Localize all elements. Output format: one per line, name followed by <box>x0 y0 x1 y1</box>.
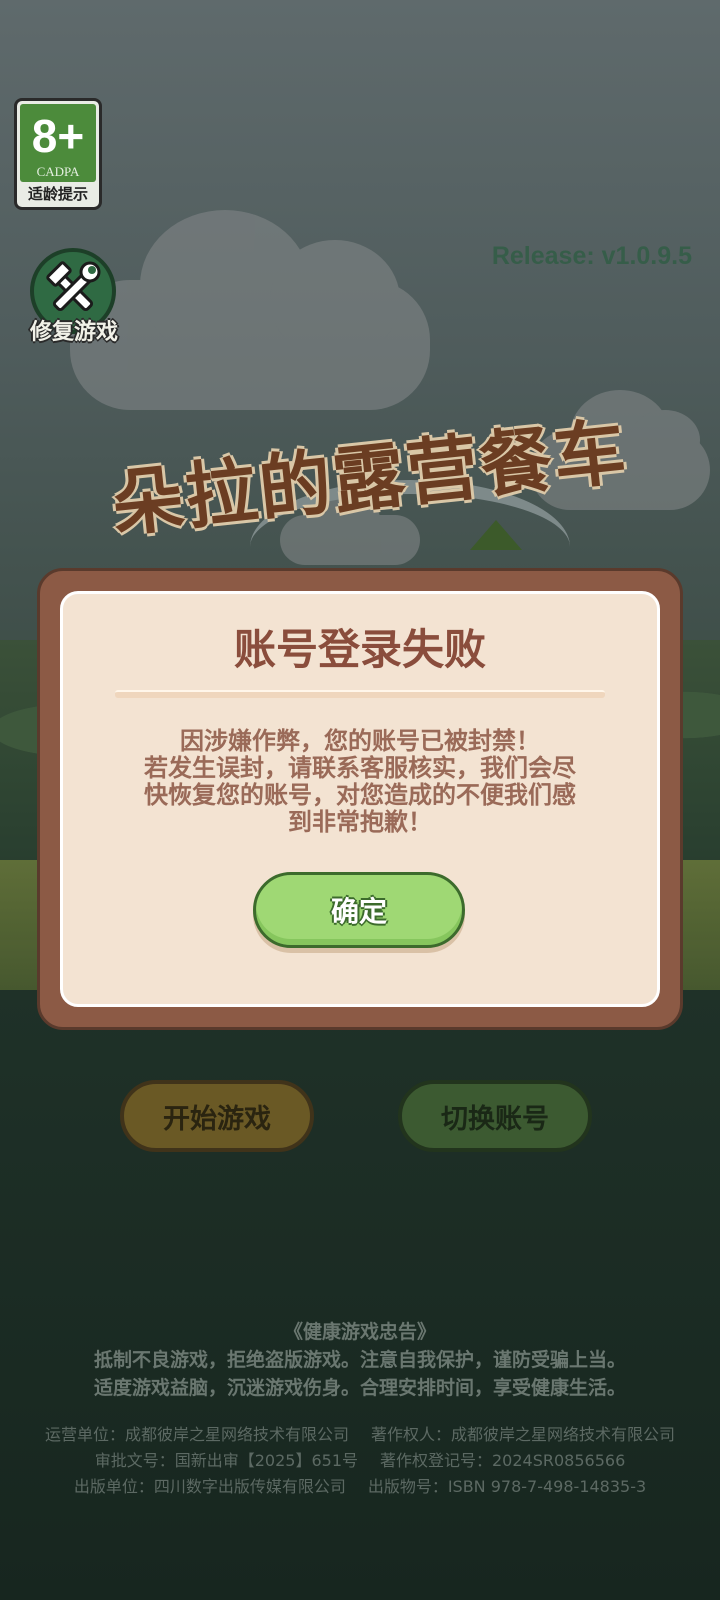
dialog-message: 因涉嫌作弊，您的账号已被封禁！ 若发生误封，请联系客服核实，我们会尽 快恢复您的… <box>115 728 605 836</box>
dialog-panel: 账号登录失败 因涉嫌作弊，您的账号已被封禁！ 若发生误封，请联系客服核实，我们会… <box>60 591 660 1007</box>
dialog-message-line: 因涉嫌作弊，您的账号已被封禁！ <box>180 727 540 755</box>
dialog-message-line: 若发生误封，请联系客服核实，我们会尽 <box>144 754 576 782</box>
dialog-message-line: 快恢复您的账号，对您造成的不便我们感 <box>144 781 576 809</box>
confirm-label: 确定 <box>330 895 387 928</box>
dialog-divider <box>115 690 605 698</box>
login-failed-dialog: 账号登录失败 因涉嫌作弊，您的账号已被封禁！ 若发生误封，请联系客服核实，我们会… <box>37 568 683 1030</box>
dialog-message-line: 到非常抱歉！ <box>288 808 432 836</box>
dialog-title: 账号登录失败 <box>233 625 486 674</box>
confirm-button[interactable]: 确定 <box>253 872 465 948</box>
game-login-screen: 8+ CADPA 适龄提示 修复游戏 Release: v1.0.9.5 朵拉的… <box>0 0 720 1600</box>
